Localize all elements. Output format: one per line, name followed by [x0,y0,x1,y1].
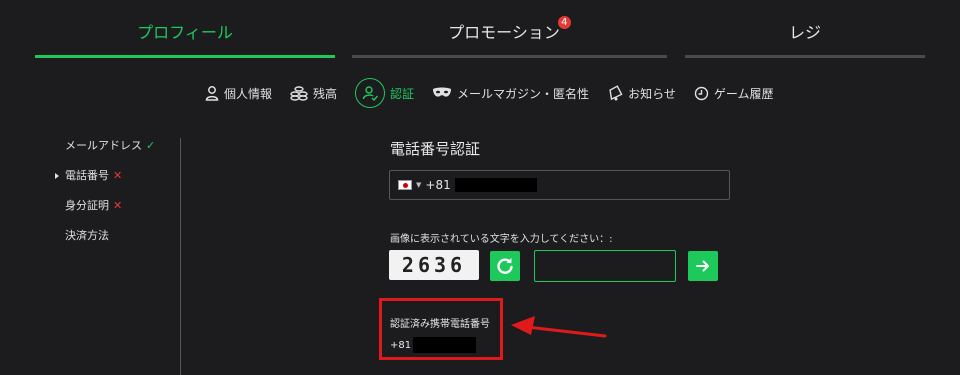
coins-icon [290,86,308,101]
sidemenu-item-phone[interactable]: 電話番号 ✕ [55,168,180,198]
phone-number-field[interactable]: ▼ +81 [389,170,730,200]
subnav-balance[interactable]: 残高 [290,85,337,102]
cross-icon: ✕ [113,199,123,212]
subnav-label: 残高 [313,86,338,101]
tab-profile-label: プロフィール [137,23,233,42]
notification-badge: 4 [557,16,571,29]
vertical-divider [180,138,181,375]
captcha-input[interactable] [534,250,676,282]
subnav-label: ゲーム履歴 [713,86,774,101]
subnav-personal-info[interactable]: 個人情報 [205,85,272,102]
subnav-label: メールマガジン・匿名性 [457,86,590,101]
tab-promotion-label: プロモーション [448,23,560,42]
sidemenu-item-identity[interactable]: 身分証明 ✕ [55,198,180,228]
captcha-image: 2636 [389,250,479,280]
annotation-arrow-icon [511,316,607,338]
subnav-label: お知らせ [628,86,676,101]
check-icon: ✓ [146,139,156,152]
refresh-icon [497,258,513,274]
section-title: 電話番号認証 [390,140,481,158]
subnav-label: 認証 [390,86,415,101]
arrow-right-icon [696,260,709,272]
refresh-captcha-button[interactable] [490,251,520,281]
redacted-phone-number [413,337,477,353]
tab-register-label: レジ [788,23,821,42]
sidemenu-item-email[interactable]: メールアドレス ✓ [55,138,180,168]
sub-navigation: 個人情報 残高 認証 メールマガジン・匿名性 お知らせ ゲーム履歴 [205,78,773,108]
verified-prefix: +81 [390,339,412,351]
sidemenu-item-label: 身分証明 [65,199,109,212]
sidemenu-item-payment[interactable]: 決済方法 [55,228,180,258]
person-icon [205,86,219,101]
subnav-notifications[interactable]: お知らせ [607,85,676,102]
subnav-verification[interactable]: 認証 [355,78,414,108]
verified-phone-label: 認証済み携帯電話番号 [390,319,490,330]
subnav-newsletter[interactable]: メールマガジン・匿名性 [432,85,589,102]
sidemenu-item-label: 決済方法 [65,229,109,242]
sidemenu-item-label: 電話番号 [65,169,109,182]
tab-profile[interactable]: プロフィール [35,18,335,58]
tab-register[interactable]: レジ [685,18,925,58]
verify-icon [355,78,386,108]
phone-prefix: +81 [425,178,451,192]
bell-icon [609,85,623,101]
tab-promotion[interactable]: プロモーション4 [352,16,667,58]
cross-icon: ✕ [113,169,123,182]
mask-icon [433,87,452,97]
subnav-game-history[interactable]: ゲーム履歴 [694,85,774,102]
redacted-phone-number [454,178,537,192]
verification-sidemenu: メールアドレス ✓ 電話番号 ✕ 身分証明 ✕ 決済方法 [55,138,180,258]
subnav-label: 個人情報 [224,86,273,101]
sidemenu-item-label: メールアドレス [65,139,142,152]
chevron-down-icon[interactable]: ▼ [416,181,421,189]
verified-phone-number: +81 [390,337,477,353]
submit-captcha-button[interactable] [688,251,718,281]
caret-right-icon [55,173,59,179]
japan-flag-icon[interactable] [398,180,412,190]
captcha-label: 画像に表示されている文字を入力してください：: [390,234,613,245]
captcha-text: 2636 [401,253,467,277]
clock-icon [694,86,709,100]
